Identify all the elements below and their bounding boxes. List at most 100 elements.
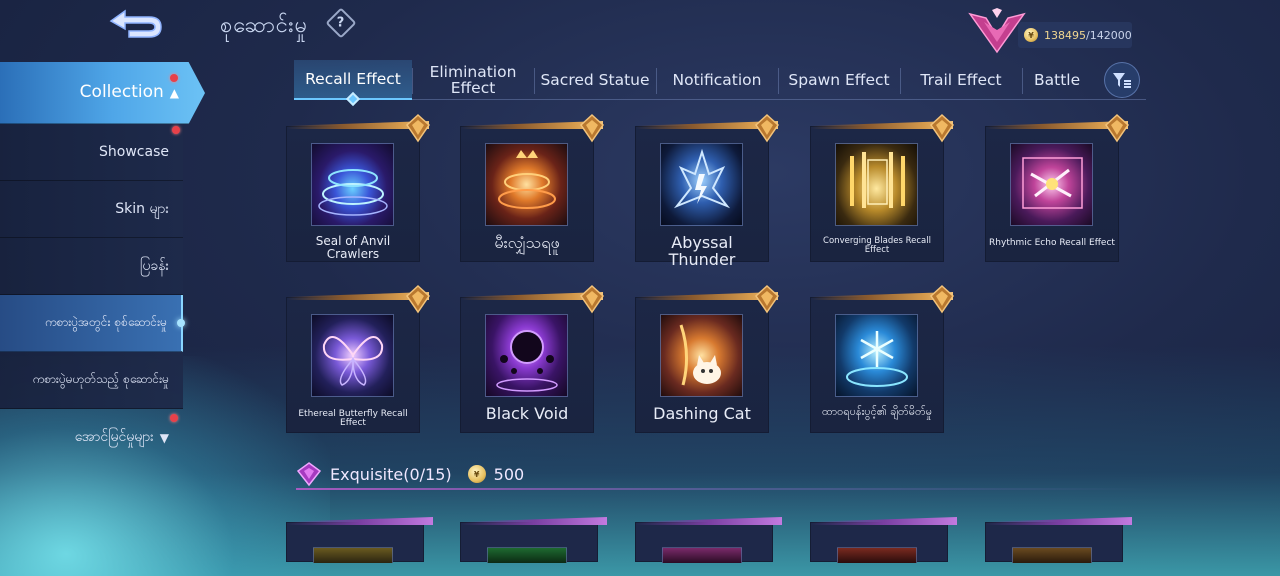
effect-thumbnail	[313, 547, 393, 563]
effect-name: Abyssal Thunder	[668, 233, 736, 269]
sidebar-item-label: ပြခန်း	[139, 257, 169, 274]
sidebar-item-label: Showcase	[99, 143, 169, 160]
rarity-gem-icon	[580, 113, 604, 143]
tab-spawn-effect[interactable]: Spawn Effect	[778, 60, 900, 100]
thunder-effect-icon	[660, 143, 743, 226]
effect-card[interactable]	[810, 517, 957, 563]
tab-label: Notification	[672, 71, 762, 89]
exquisite-gem-icon	[296, 462, 322, 487]
active-tab-caret	[345, 91, 361, 107]
card-trim	[636, 517, 782, 525]
rarity-gem-icon	[930, 284, 954, 314]
rarity-gem-icon	[930, 113, 954, 143]
tab-label: Spawn Effect	[788, 71, 890, 89]
blue-ring-effect-icon	[311, 143, 394, 226]
effect-thumbnail	[487, 547, 567, 563]
effect-card[interactable]	[286, 517, 433, 563]
card-trim	[986, 517, 1132, 525]
effect-card[interactable]	[635, 517, 782, 563]
effect-card[interactable]: Converging Blades Recall Effect	[810, 113, 954, 262]
effect-name: Seal of Anvil Crawlers	[315, 234, 391, 261]
notification-dot	[170, 74, 178, 82]
rarity-gem-icon	[406, 284, 430, 314]
effect-thumbnail	[662, 547, 742, 563]
help-glyph: ?	[337, 15, 345, 31]
sidebar-item-label: ကစားပွဲအတွင်း စုစ်ဆောင်းမှု	[44, 315, 167, 330]
section-divider	[296, 488, 1146, 490]
filter-icon	[1113, 73, 1131, 88]
tab-label: Sacred Statue	[540, 71, 650, 89]
effect-card[interactable]: ထာဝရပန်းပွင့်၏ ချိတ်မိတ်မှု	[810, 284, 954, 433]
sidebar-item-gallery[interactable]: ပြခန်း	[0, 238, 183, 295]
effect-thumbnail	[1012, 547, 1092, 563]
currency-display: ¥ 138495/142000	[1018, 22, 1132, 48]
section-price: 500	[493, 464, 525, 484]
effect-card[interactable]	[460, 517, 607, 563]
notification-dot	[170, 414, 178, 422]
effect-name: Converging Blades Recall Effect	[823, 236, 931, 255]
cat-effect-icon	[660, 314, 743, 397]
section-title: Exquisite(0/15)	[330, 464, 452, 484]
pink-echo-effect-icon	[1010, 143, 1093, 226]
sidebar-item-achievements[interactable]: အောင်မြင်မှုများ ▼	[0, 409, 183, 466]
sidebar-item-skins[interactable]: Skin များ	[0, 181, 183, 238]
effect-card[interactable]: Rhythmic Echo Recall Effect	[985, 113, 1129, 262]
tab-label: Battle	[1034, 71, 1081, 89]
chevron-down-icon: ▼	[159, 430, 169, 445]
filter-button[interactable]	[1104, 62, 1140, 98]
page-title: စုဆောင်းမှု	[220, 13, 309, 38]
help-icon[interactable]: ?	[325, 7, 357, 39]
tab-recall-effect[interactable]: Recall Effect	[294, 60, 412, 107]
sidebar-item-label: Collection	[79, 81, 164, 102]
void-effect-icon	[485, 314, 568, 397]
sidebar-item-label: ကစားပွဲမဟုတ်သည့် စုဆောင်းမှု	[32, 372, 169, 387]
tab-sacred-statue[interactable]: Sacred Statue	[534, 60, 656, 100]
tab-notification[interactable]: Notification	[656, 60, 778, 100]
tab-trail-effect[interactable]: Trail Effect	[900, 60, 1022, 100]
snowflake-effect-icon	[835, 314, 918, 397]
effect-card[interactable]: Dashing Cat	[635, 284, 779, 433]
tab-battle[interactable]: Battle	[1022, 60, 1092, 100]
card-trim	[287, 517, 433, 525]
effect-name: Dashing Cat	[653, 404, 751, 423]
category-tabs: Recall Effect Elimination Effect Sacred …	[294, 60, 1146, 107]
sidebar-item-label: Skin များ	[115, 200, 169, 217]
effect-name: မီးလျှံသရဖူ	[494, 233, 560, 252]
rarity-gem-icon	[1105, 113, 1129, 143]
currency-max: /142000	[1086, 28, 1132, 42]
sidebar-item-collection[interactable]: Collection ▲	[0, 62, 205, 124]
sidebar: Collection ▲ Showcase Skin များ ပြခန်း က…	[0, 62, 205, 466]
tab-label: Elimination Effect	[429, 63, 517, 97]
effect-card[interactable]	[985, 517, 1132, 563]
coin-icon: ¥	[1024, 28, 1038, 42]
effect-name: Rhythmic Echo Recall Effect	[989, 238, 1115, 248]
back-button[interactable]	[100, 6, 170, 44]
effect-card[interactable]: Seal of Anvil Crawlers	[286, 113, 430, 262]
rarity-gem-icon	[406, 113, 430, 143]
effect-card[interactable]: Black Void	[460, 284, 604, 433]
rarity-gem-icon	[755, 284, 779, 314]
notification-dot	[172, 126, 180, 134]
back-arrow-icon	[109, 9, 162, 38]
currency-current: 138495	[1044, 28, 1086, 42]
effect-name: ထာဝရပန်းပွင့်၏ ချိတ်မိတ်မှု	[822, 405, 932, 418]
effect-card[interactable]: Ethereal Butterfly Recall Effect	[286, 284, 430, 433]
effect-card[interactable]: မီးလျှံသရဖူ	[460, 113, 604, 262]
sidebar-item-label: အောင်မြင်မှုများ	[74, 429, 154, 446]
tab-label: Trail Effect	[920, 71, 1002, 89]
coin-icon: ¥	[467, 465, 486, 483]
effect-name: Black Void	[485, 404, 569, 423]
tab-elimination-effect[interactable]: Elimination Effect	[412, 60, 534, 100]
exquisite-section-header: Exquisite(0/15) ¥ 500	[296, 458, 1146, 490]
sidebar-item-non-game-collection[interactable]: ကစားပွဲမဟုတ်သည့် စုဆောင်းမှု	[0, 352, 183, 409]
chevron-up-icon: ▲	[169, 85, 179, 100]
effect-name: Ethereal Butterfly Recall Effect	[298, 409, 408, 429]
effect-card[interactable]: Abyssal Thunder	[635, 113, 779, 268]
rarity-gem-icon	[755, 113, 779, 143]
tab-label: Recall Effect	[305, 70, 401, 88]
sidebar-item-showcase[interactable]: Showcase	[0, 124, 183, 181]
sidebar-item-in-game-collection[interactable]: ကစားပွဲအတွင်း စုစ်ဆောင်းမှု	[0, 295, 185, 352]
card-trim	[461, 517, 607, 525]
rarity-gem-icon	[580, 284, 604, 314]
effect-thumbnail	[837, 547, 917, 563]
